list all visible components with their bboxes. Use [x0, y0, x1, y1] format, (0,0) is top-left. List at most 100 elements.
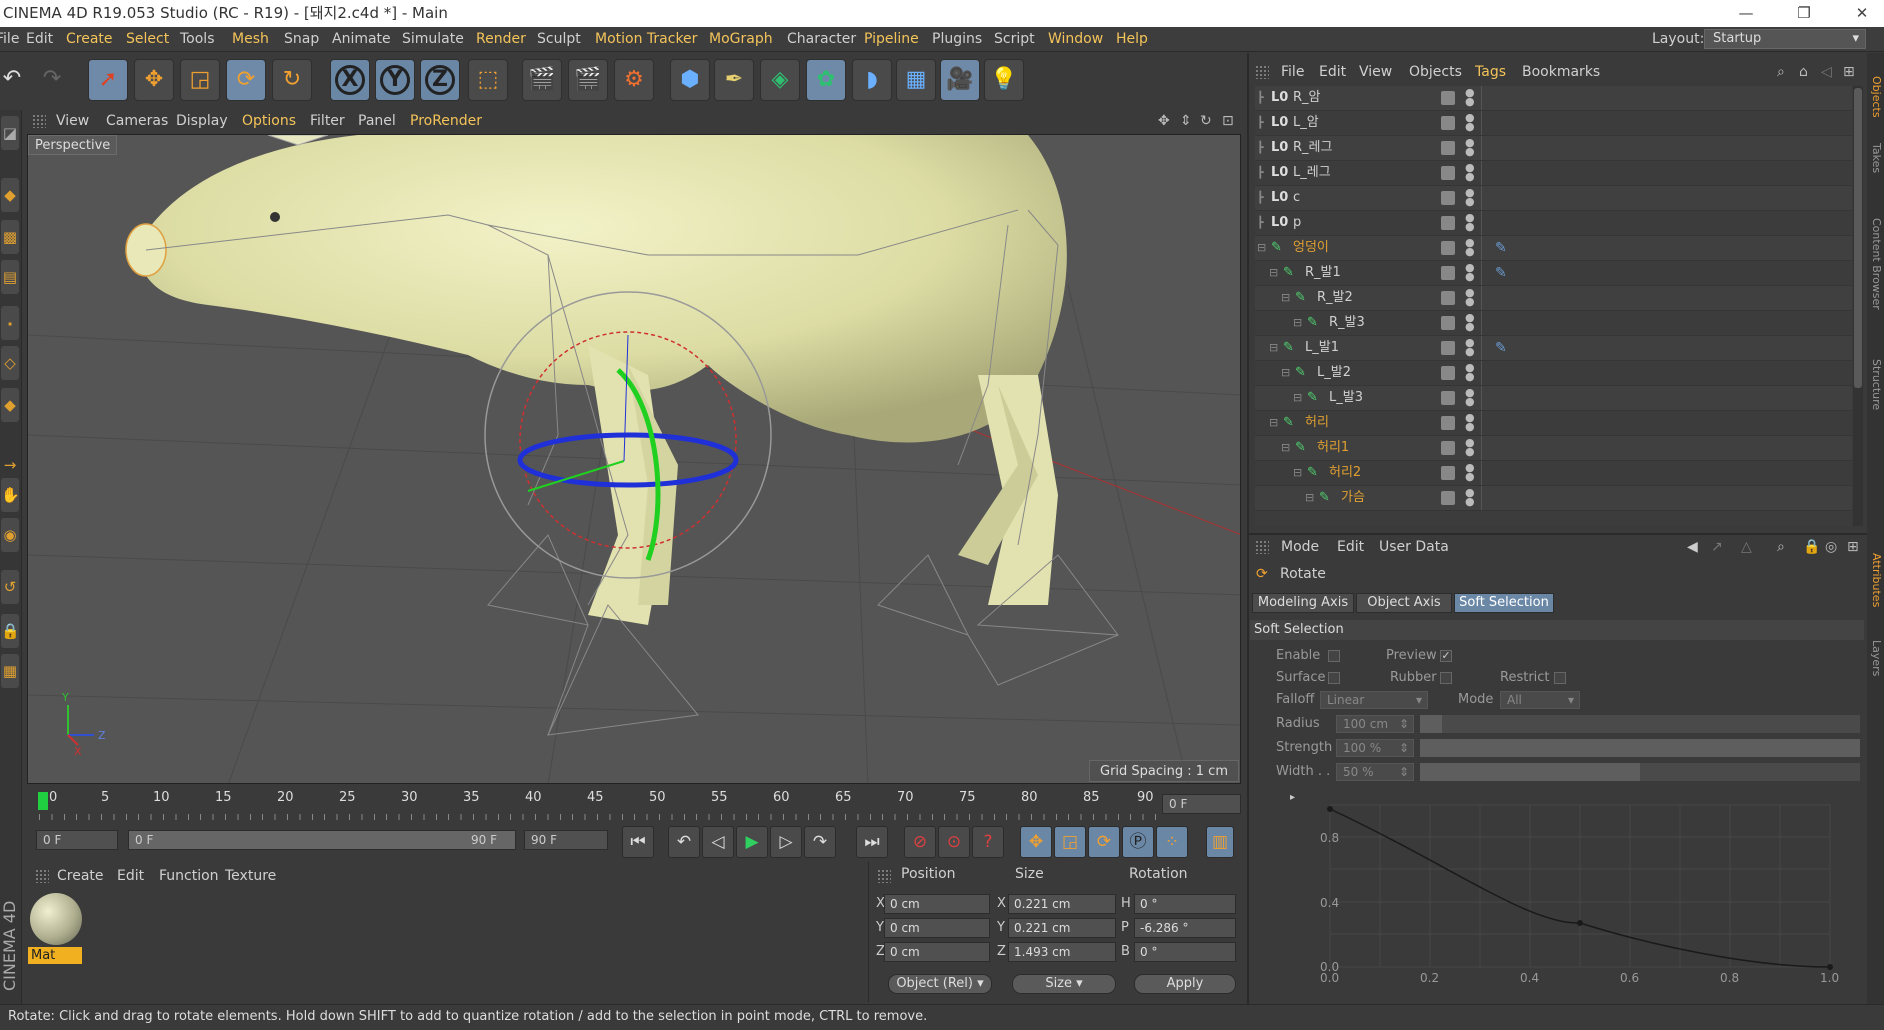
tree-expander-icon[interactable]: ⊟ [1269, 336, 1278, 360]
pen-spline-icon[interactable]: ✒ [714, 59, 754, 101]
scale-tool-icon[interactable]: ◲ [180, 59, 220, 101]
layer-toggle-icon[interactable] [1441, 166, 1455, 180]
mode-dropdown[interactable]: All ▾ [1500, 691, 1580, 709]
deformer-icon[interactable]: ◗ [852, 59, 892, 101]
object-row[interactable]: ⊟ ✎ L_발2 ● ● [1255, 361, 1852, 386]
visibility-dots-icon[interactable]: ● ● [1465, 87, 1475, 107]
layer-toggle-icon[interactable] [1441, 266, 1455, 280]
menu-select[interactable]: Select [126, 27, 169, 52]
ik-tag-icon[interactable]: ✎ [1495, 336, 1507, 360]
width-slider[interactable] [1420, 763, 1860, 781]
visibility-dots-icon[interactable]: ● ● [1465, 437, 1475, 457]
side-tab-takes[interactable]: Takes [1868, 133, 1883, 183]
restrict-checkbox[interactable] [1554, 672, 1566, 684]
next-key-icon[interactable]: ↷ [804, 826, 836, 858]
close-icon[interactable]: ✕ [1840, 0, 1884, 26]
layer-toggle-icon[interactable] [1441, 116, 1455, 130]
tree-expander-icon[interactable]: ┣ [1257, 211, 1264, 235]
visibility-dots-icon[interactable]: ● ● [1465, 187, 1475, 207]
up-arrow-icon[interactable]: △ [1741, 535, 1752, 559]
viewport-menu-options[interactable]: Options [242, 109, 296, 133]
model-mode-icon[interactable]: ◆ [1, 178, 19, 212]
home-icon[interactable]: ⌂ [1799, 60, 1808, 84]
layer-toggle-icon[interactable] [1441, 441, 1455, 455]
workplane-mode-icon[interactable]: ▤ [1, 260, 19, 294]
menu-mograph[interactable]: MoGraph [709, 27, 773, 52]
search-icon[interactable]: ⌕ [1777, 60, 1785, 84]
menu-motion-tracker[interactable]: Motion Tracker [595, 27, 697, 52]
edges-mode-icon[interactable]: ◇ [1, 346, 19, 380]
menu-plugins[interactable]: Plugins [932, 27, 982, 52]
viewport-maximize-icon[interactable]: ⊡ [1222, 109, 1234, 133]
menu-render[interactable]: Render [476, 27, 526, 52]
objects-menu-tags[interactable]: Tags [1475, 60, 1506, 84]
material-menu-create[interactable]: Create [57, 864, 104, 888]
visibility-dots-icon[interactable]: ● ● [1465, 362, 1475, 382]
rotation-h-input[interactable]: 0 ° [1134, 894, 1236, 914]
camera-icon[interactable]: 🎥 [940, 59, 980, 101]
size-y-input[interactable]: 0.221 cm [1008, 918, 1116, 938]
rotation-b-input[interactable]: 0 ° [1134, 942, 1236, 962]
position-y-input[interactable]: 0 cm [884, 918, 990, 938]
rotation-p-input[interactable]: -6.286 ° [1134, 918, 1236, 938]
previous-frame-icon[interactable]: ◁ [702, 826, 734, 858]
grid-snap-icon[interactable]: ▦ [1, 654, 19, 688]
falloff-dropdown[interactable]: Linear ▾ [1320, 691, 1428, 709]
layer-toggle-icon[interactable] [1441, 366, 1455, 380]
frame-range-slider[interactable]: 0 F 90 F [128, 830, 516, 850]
menu-window[interactable]: Window [1048, 27, 1103, 52]
rotate-tool-icon[interactable]: ⟳ [226, 59, 266, 101]
menu-animate[interactable]: Animate [332, 27, 391, 52]
layer-toggle-icon[interactable] [1441, 191, 1455, 205]
size-mode-dropdown[interactable]: Size ▾ [1012, 974, 1116, 994]
tree-expander-icon[interactable]: ⊟ [1269, 411, 1278, 435]
object-row[interactable]: ⊟ ✎ R_발3 ● ● [1255, 311, 1852, 336]
tree-expander-icon[interactable]: ┣ [1257, 86, 1264, 110]
cube-object-icon[interactable]: ⬢ [670, 59, 710, 101]
objects-menu-view[interactable]: View [1359, 60, 1392, 84]
object-row[interactable]: ┣ L0 L_레그 ● ● [1255, 161, 1852, 186]
layer-toggle-icon[interactable] [1441, 466, 1455, 480]
go-to-end-icon[interactable]: ⏭ [856, 826, 888, 858]
back-icon[interactable]: ◁ [1821, 60, 1832, 84]
visibility-dots-icon[interactable]: ● ● [1465, 237, 1475, 257]
material-menu-edit[interactable]: Edit [117, 864, 144, 888]
side-tab-content-browser[interactable]: Content Browser [1868, 189, 1883, 339]
tree-expander-icon[interactable]: ┣ [1257, 161, 1264, 185]
layer-toggle-icon[interactable] [1441, 241, 1455, 255]
axis-mode-icon[interactable]: → [1, 448, 19, 482]
render-settings-icon[interactable]: ⚙ [614, 59, 654, 101]
end-frame-field[interactable]: 90 F [524, 830, 608, 850]
tree-expander-icon[interactable]: ⊟ [1281, 286, 1290, 310]
tree-expander-icon[interactable]: ⊟ [1281, 436, 1290, 460]
record-point-level-icon[interactable]: ⁘ [1156, 826, 1188, 858]
rubber-checkbox[interactable] [1440, 672, 1452, 684]
size-x-input[interactable]: 0.221 cm [1008, 894, 1116, 914]
tab-modeling-axis[interactable]: Modeling Axis [1252, 593, 1354, 613]
menu-edit[interactable]: Edit [26, 27, 53, 52]
menu-pipeline[interactable]: Pipeline [864, 27, 919, 52]
play-forward-icon[interactable]: ▶ [736, 826, 768, 858]
strength-input[interactable]: 100 % ⇕ [1336, 739, 1414, 757]
tab-object-axis[interactable]: Object Axis [1356, 593, 1452, 613]
timeline-playhead[interactable] [38, 792, 48, 810]
menu-create[interactable]: Create [66, 27, 113, 52]
viewport-zoom-icon[interactable]: ⇕ [1180, 109, 1192, 133]
solo-mode-icon[interactable]: ◉ [1, 518, 19, 552]
make-editable-icon[interactable]: ◪ [1, 116, 19, 150]
menu-script[interactable]: Script [994, 27, 1035, 52]
cloner-icon[interactable]: ✿ [806, 59, 846, 101]
object-row[interactable]: ┣ L0 L_암 ● ● [1255, 111, 1852, 136]
visibility-dots-icon[interactable]: ● ● [1465, 462, 1475, 482]
tab-soft-selection[interactable]: Soft Selection [1454, 593, 1554, 613]
side-tab-structure[interactable]: Structure [1868, 345, 1883, 425]
material-menu-texture[interactable]: Texture [225, 864, 276, 888]
visibility-dots-icon[interactable]: ● ● [1465, 312, 1475, 332]
size-z-input[interactable]: 1.493 cm [1008, 942, 1116, 962]
record-scale-icon[interactable]: ◲ [1054, 826, 1086, 858]
menu-mesh[interactable]: Mesh [232, 27, 269, 52]
preview-checkbox[interactable]: ✓ [1440, 650, 1452, 662]
visibility-dots-icon[interactable]: ● ● [1465, 337, 1475, 357]
viewport-rotate-icon[interactable]: ↻ [1200, 109, 1212, 133]
menu-character[interactable]: Character [787, 27, 856, 52]
